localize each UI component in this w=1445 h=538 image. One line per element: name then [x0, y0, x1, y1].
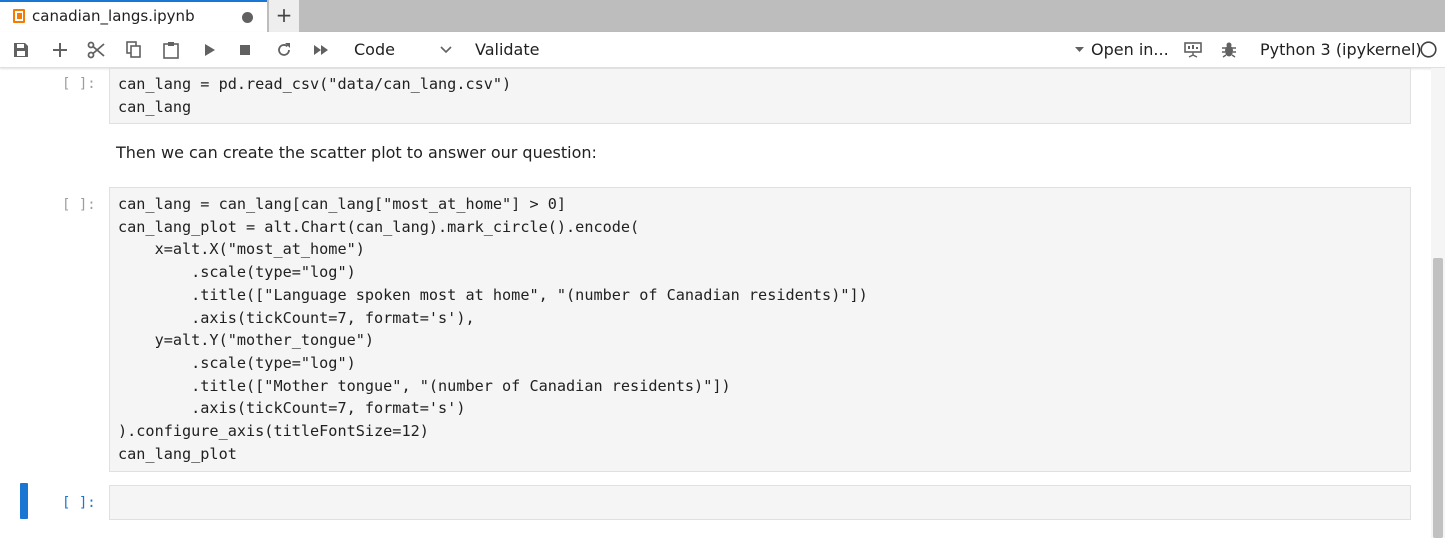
paste-icon: [163, 41, 179, 59]
run-button[interactable]: [199, 32, 221, 67]
tab-title: canadian_langs.ipynb: [32, 7, 195, 25]
notebook-panel: [ ]: can_lang = pd.read_csv("data/can_la…: [0, 68, 1431, 538]
cut-button[interactable]: [85, 32, 107, 67]
validate-button[interactable]: Validate: [475, 39, 539, 61]
scrollbar-thumb[interactable]: [1433, 258, 1443, 538]
kernel-status: [1418, 32, 1438, 67]
add-cell-button[interactable]: [49, 32, 71, 67]
debugger-button[interactable]: [1218, 32, 1240, 67]
paste-button[interactable]: [160, 32, 182, 67]
active-cell-indicator: [20, 483, 28, 519]
kernel-status-icon: [1419, 41, 1437, 58]
code-cell-1[interactable]: can_lang = pd.read_csv("data/can_lang.cs…: [109, 68, 1411, 124]
code-cell-3[interactable]: [109, 485, 1411, 520]
save-icon: [14, 42, 28, 57]
presentation-icon: [1184, 41, 1202, 58]
copy-button[interactable]: [123, 32, 145, 67]
code-line: .title(["Language spoken most at home", …: [118, 285, 868, 304]
code-line: can_lang_plot: [118, 444, 237, 463]
open-in-caret: [1074, 32, 1084, 67]
code-line: x=alt.X("most_at_home"): [118, 240, 365, 259]
code-line: .title(["Mother tongue", "(number of Can…: [118, 376, 731, 395]
code-editor[interactable]: can_lang = can_lang[can_lang["most_at_ho…: [118, 193, 868, 465]
cell-prompt: [ ]:: [62, 197, 96, 213]
caret-down-icon: [1074, 47, 1084, 52]
code-line: .axis(tickCount=7, format='s'),: [118, 308, 475, 327]
restart-run-all-button[interactable]: [310, 32, 332, 67]
markdown-cell[interactable]: Then we can create the scatter plot to a…: [116, 142, 597, 164]
code-line: can_lang_plot = alt.Chart(can_lang).mark…: [118, 217, 640, 236]
save-button[interactable]: [10, 32, 32, 67]
code-line: can_lang: [118, 97, 192, 116]
bug-icon: [1222, 42, 1236, 58]
stop-icon: [240, 44, 250, 55]
code-line: .scale(type="log"): [118, 263, 356, 282]
open-in-button[interactable]: Open in...: [1091, 39, 1169, 61]
presentation-button[interactable]: [1182, 32, 1204, 67]
copy-icon: [126, 40, 141, 58]
code-line: ).configure_axis(titleFontSize=12): [118, 422, 429, 441]
code-cell-2[interactable]: can_lang = can_lang[can_lang["most_at_ho…: [109, 187, 1411, 472]
notebook-scrollbar[interactable]: [1431, 68, 1445, 538]
restart-button[interactable]: [273, 32, 295, 67]
notebook-toolbar: Code Validate Open in... Python 3 (ipyke…: [0, 32, 1445, 68]
restart-icon: [278, 42, 290, 56]
run-icon: [205, 43, 215, 56]
cut-icon: [87, 41, 105, 58]
cell-prompt: [ ]:: [62, 76, 96, 92]
cell-prompt: [ ]:: [62, 495, 96, 511]
tab-bar: canadian_langs.ipynb +: [0, 0, 1445, 32]
code-line: .axis(tickCount=7, format='s'): [118, 399, 466, 418]
code-line: y=alt.Y("mother_tongue"): [118, 331, 375, 350]
fast-forward-icon: [314, 44, 328, 55]
code-line: .scale(type="log"): [118, 353, 356, 372]
code-line: can_lang = can_lang[can_lang["most_at_ho…: [118, 195, 567, 213]
notebook-file-icon: [13, 9, 25, 23]
add-cell-icon: [53, 42, 67, 57]
unsaved-dot-icon[interactable]: [242, 12, 253, 23]
cell-type-dropdown[interactable]: [437, 32, 455, 67]
chevron-down-icon: [440, 45, 452, 53]
stop-button[interactable]: [234, 32, 256, 67]
kernel-name[interactable]: Python 3 (ipykernel): [1260, 39, 1422, 61]
new-tab-button[interactable]: +: [269, 0, 299, 32]
code-line: can_lang = pd.read_csv("data/can_lang.cs…: [118, 75, 512, 93]
notebook-tab[interactable]: canadian_langs.ipynb: [0, 0, 267, 32]
code-editor[interactable]: can_lang = pd.read_csv("data/can_lang.cs…: [118, 73, 511, 118]
